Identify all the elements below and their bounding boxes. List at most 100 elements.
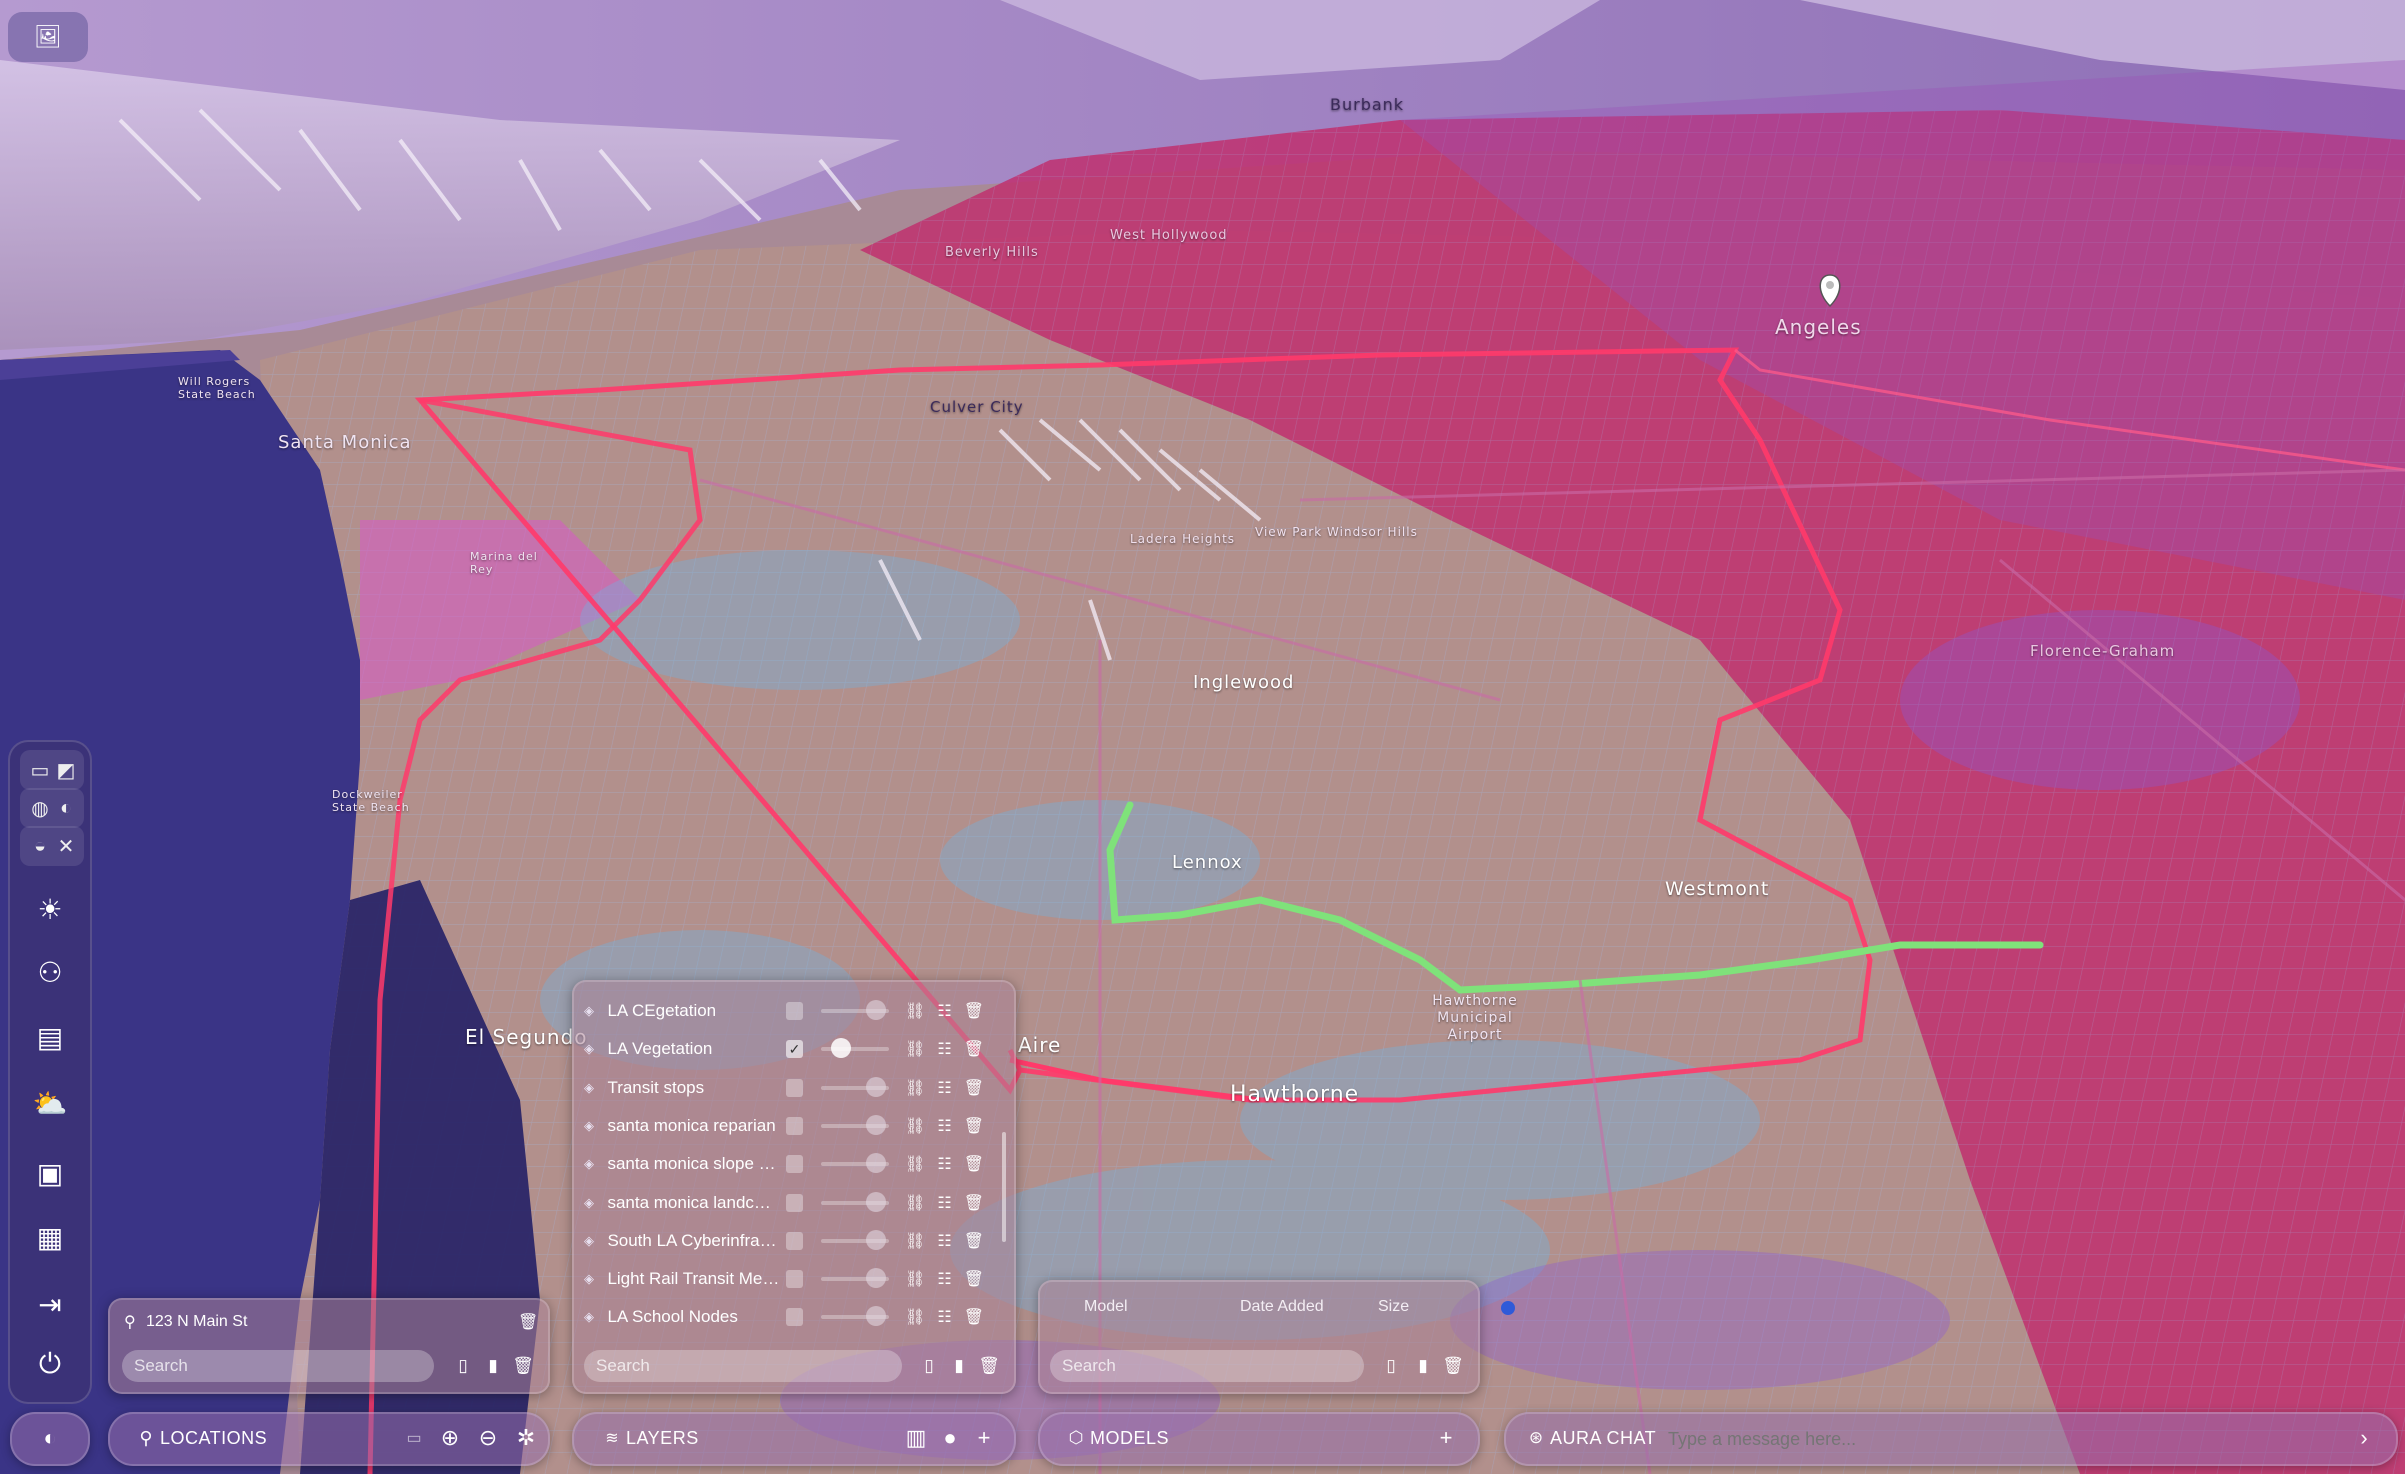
trash-icon[interactable]: 🗑	[964, 1307, 984, 1327]
models-col-size[interactable]: Size	[1378, 1298, 1409, 1316]
aura-chat-label[interactable]: AURA CHAT	[1550, 1428, 1656, 1449]
link-icon[interactable]: ⛓	[905, 1307, 925, 1327]
binoculars-button[interactable]: ⚇	[10, 947, 90, 997]
layer-visibility-checkbox[interactable]	[785, 1002, 804, 1020]
layer-row[interactable]: ◈ LA School Nodes ⛓ ☷ 🗑	[584, 1298, 984, 1336]
layer-visibility-checkbox[interactable]	[785, 1193, 804, 1212]
map-tilt-icon[interactable]: ◩	[54, 758, 78, 782]
link-icon[interactable]: ⛓	[905, 1154, 925, 1174]
trash-icon[interactable]: 🗑	[964, 1193, 984, 1213]
tablet-icon[interactable]: ▮	[482, 1353, 504, 1379]
trash-icon[interactable]: 🗑	[964, 1154, 984, 1174]
trash-icon[interactable]: 🗑	[1442, 1353, 1464, 1379]
theme-toggle[interactable]: ◐	[10, 1412, 90, 1466]
globe-icon[interactable]: ◍	[28, 796, 52, 820]
layer-row[interactable]: ◈ santa monica reparian ⛓ ☷ 🗑	[584, 1107, 984, 1145]
layer-row[interactable]: ◈ Light Rail Transit Metr... ⛓ ☷ 🗑	[584, 1260, 984, 1298]
map-info-button[interactable]: 🖼	[8, 12, 88, 62]
add-layer-icon[interactable]: +	[970, 1424, 998, 1452]
legend-icon[interactable]: ☷	[937, 1154, 951, 1174]
layers-tab[interactable]: LAYERS	[626, 1428, 699, 1449]
layer-opacity-slider[interactable]	[821, 1306, 890, 1327]
layer-opacity-slider[interactable]	[821, 1038, 890, 1059]
delete-location-icon[interactable]: 🗑	[518, 1312, 538, 1332]
layer-visibility-checkbox[interactable]	[785, 1116, 804, 1135]
chat-input[interactable]	[1666, 1422, 2330, 1456]
locations-search-input[interactable]	[122, 1350, 434, 1382]
link-icon[interactable]: ⛓	[905, 1269, 925, 1289]
phone-icon[interactable]: ▯	[452, 1353, 474, 1379]
layer-row[interactable]: ◈ LA CEgetation ⛓ ☷ 🗑	[584, 992, 984, 1030]
layer-visibility-checkbox[interactable]: ✓	[785, 1040, 804, 1059]
legend-icon[interactable]: ☷	[937, 1001, 951, 1021]
legend-icon[interactable]: ☷	[937, 1269, 951, 1289]
map-point[interactable]	[1501, 1301, 1515, 1315]
tablet-icon[interactable]: ▮	[948, 1353, 970, 1379]
models-col-date-added[interactable]: Date Added	[1240, 1298, 1324, 1316]
legend-icon[interactable]: ☷	[937, 1193, 951, 1213]
power-button[interactable]: ⏻	[10, 1339, 90, 1389]
send-chevron-icon[interactable]: ›	[2350, 1424, 2378, 1452]
slider-knob[interactable]	[866, 1191, 887, 1212]
layer-visibility-checkbox[interactable]	[785, 1155, 804, 1174]
layer-row[interactable]: ◈ Transit stops ⛓ ☷ 🗑	[584, 1069, 984, 1107]
weather-button[interactable]: ⛅	[10, 1078, 90, 1128]
slider-knob[interactable]	[866, 1076, 887, 1097]
layer-row[interactable]: ◈ santa monica slope de... ⛓ ☷ 🗑	[584, 1145, 984, 1183]
layer-opacity-slider[interactable]	[821, 1153, 890, 1174]
slider-knob[interactable]	[866, 1000, 887, 1020]
layer-visibility-checkbox[interactable]	[785, 1231, 804, 1250]
legend-icon[interactable]: ☷	[937, 1231, 951, 1251]
sun-button[interactable]: ☀	[10, 884, 90, 934]
link-icon[interactable]: ⛓	[905, 1116, 925, 1136]
layer-visibility-checkbox[interactable]	[785, 1308, 804, 1327]
trash-icon[interactable]: 🗑	[978, 1353, 1000, 1379]
picture-icon[interactable]: ▭	[400, 1424, 428, 1452]
link-icon[interactable]: ⛓	[905, 1001, 925, 1021]
trash-icon[interactable]: 🗑	[964, 1039, 984, 1059]
layer-opacity-slider[interactable]	[821, 1114, 890, 1135]
layer-opacity-slider[interactable]	[821, 1000, 890, 1020]
columns-icon[interactable]: ▥	[902, 1424, 930, 1452]
circle-icon[interactable]: ●	[936, 1424, 964, 1452]
chart-document-button[interactable]: ▤	[10, 1012, 90, 1062]
layer-opacity-slider[interactable]	[821, 1191, 890, 1212]
link-icon[interactable]: ⛓	[905, 1039, 925, 1059]
slider-knob[interactable]	[866, 1306, 887, 1327]
map-canvas[interactable]	[0, 0, 2405, 1474]
link-icon[interactable]: ⛓	[905, 1078, 925, 1098]
map-2d-icon[interactable]: ▭	[28, 758, 52, 782]
terrain-icon[interactable]: ◒	[28, 834, 52, 858]
layer-visibility-checkbox[interactable]	[785, 1270, 804, 1289]
layer-opacity-slider[interactable]	[821, 1076, 890, 1097]
legend-icon[interactable]: ☷	[937, 1078, 951, 1098]
legend-icon[interactable]: ☷	[937, 1307, 951, 1327]
globe-alt-icon[interactable]: ◐	[54, 796, 78, 820]
link-icon[interactable]: ⛓	[905, 1193, 925, 1213]
trash-icon[interactable]: 🗑	[964, 1116, 984, 1136]
trash-icon[interactable]: 🗑	[964, 1078, 984, 1098]
tools-icon[interactable]: ✕	[54, 834, 78, 858]
models-tab[interactable]: MODELS	[1090, 1428, 1169, 1449]
layer-row[interactable]: ◈ South LA Cyberinfrastr... ⛓ ☷ 🗑	[584, 1222, 984, 1260]
layers-search-input[interactable]	[584, 1350, 902, 1382]
link-icon[interactable]: ⛓	[905, 1231, 925, 1251]
zoom-in-icon[interactable]: ⊕	[436, 1424, 464, 1452]
add-model-icon[interactable]: +	[1432, 1424, 1460, 1452]
slider-knob[interactable]	[866, 1114, 887, 1135]
phone-icon[interactable]: ▯	[918, 1353, 940, 1379]
legend-icon[interactable]: ☷	[937, 1039, 951, 1059]
layer-opacity-slider[interactable]	[821, 1229, 890, 1250]
saved-location-item[interactable]: 123 N Main St	[146, 1313, 247, 1331]
tablet-icon[interactable]: ▮	[1412, 1353, 1434, 1379]
layer-visibility-checkbox[interactable]	[785, 1078, 804, 1097]
export-button[interactable]: ⇥	[10, 1279, 90, 1329]
trash-icon[interactable]: 🗑	[512, 1353, 534, 1379]
trash-icon[interactable]: 🗑	[964, 1001, 984, 1021]
save-button[interactable]: ▣	[10, 1148, 90, 1198]
layer-row[interactable]: ◈ LA Vegetation ✓ ⛓ ☷ 🗑	[584, 1030, 984, 1068]
layer-row[interactable]: ◈ santa monica landcover ⛓ ☷ 🗑	[584, 1184, 984, 1222]
settings-icon[interactable]: ✲	[512, 1424, 540, 1452]
slider-knob[interactable]	[866, 1268, 887, 1289]
layers-scrollbar[interactable]	[1002, 1132, 1006, 1242]
